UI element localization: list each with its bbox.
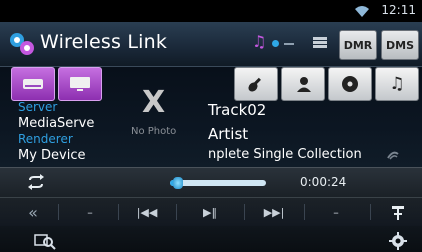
renderer-name: My Device (18, 148, 86, 163)
disc-icon (342, 76, 358, 92)
wireless-link-icon (10, 33, 34, 55)
dms-button[interactable]: DMS (381, 30, 419, 60)
status-dot (272, 40, 279, 47)
divider (370, 204, 371, 220)
previous-track-icon[interactable]: |◀◀ (118, 201, 176, 224)
music-note-icon: ♫ (389, 74, 405, 94)
server-name: MediaServe (18, 116, 95, 131)
category-guitar-button[interactable] (234, 67, 278, 101)
app-header: Wireless Link ♫ DMR DMS (0, 22, 422, 67)
dmr-button[interactable]: DMR (339, 30, 377, 60)
search-icon[interactable] (34, 232, 56, 250)
renderer-label: Renderer (18, 132, 73, 146)
minus-button-left[interactable]: – (62, 201, 118, 224)
transport-controls: « – |◀◀ ▶‖ ▶▶| – (0, 197, 422, 227)
list-icon (313, 37, 327, 48)
artist-icon (297, 77, 311, 92)
artist-name: Artist (208, 125, 249, 143)
track-title: Track02 (208, 101, 267, 119)
seek-bar-row: 0:00:24 (0, 167, 422, 198)
clock: 12:11 (381, 3, 416, 17)
server-label: Server (18, 100, 58, 114)
server-source-button[interactable] (11, 67, 55, 101)
divider (58, 204, 59, 220)
double-chevron-left-icon[interactable]: « (16, 201, 50, 224)
tune-icon[interactable] (382, 201, 414, 224)
next-track-icon[interactable]: ▶▶| (244, 201, 304, 224)
renderer-source-button[interactable] (58, 67, 102, 101)
wifi-icon (355, 6, 369, 17)
server-icon (23, 79, 43, 89)
no-photo-text: No Photo (131, 126, 177, 137)
repeat-icon[interactable] (26, 174, 46, 190)
album-name: nplete Single Collection (208, 147, 362, 162)
elapsed-time: 0:00:24 (300, 175, 347, 189)
tune-icon (392, 205, 404, 220)
footer-bar (0, 226, 422, 252)
guitar-icon (248, 77, 261, 92)
music-note-icon: ♫ (252, 32, 267, 51)
progress-track[interactable] (170, 180, 266, 186)
category-artist-button[interactable] (281, 67, 325, 101)
monitor-icon (70, 77, 90, 91)
divider (284, 43, 294, 45)
category-song-button[interactable]: ♫ (375, 67, 419, 101)
play-pause-icon[interactable]: ▶‖ (176, 201, 244, 224)
status-bar: 12:11 (0, 0, 422, 22)
category-album-button[interactable] (328, 67, 372, 101)
progress-handle[interactable] (172, 177, 183, 189)
settings-icon[interactable] (388, 231, 408, 251)
text-scroll-icon[interactable] (386, 148, 400, 162)
no-photo-placeholder: X (142, 85, 166, 120)
now-playing-panel: Server MediaServe Renderer My Device X N… (0, 67, 422, 167)
page-title: Wireless Link (40, 31, 168, 53)
minus-button-right[interactable]: – (304, 201, 368, 224)
